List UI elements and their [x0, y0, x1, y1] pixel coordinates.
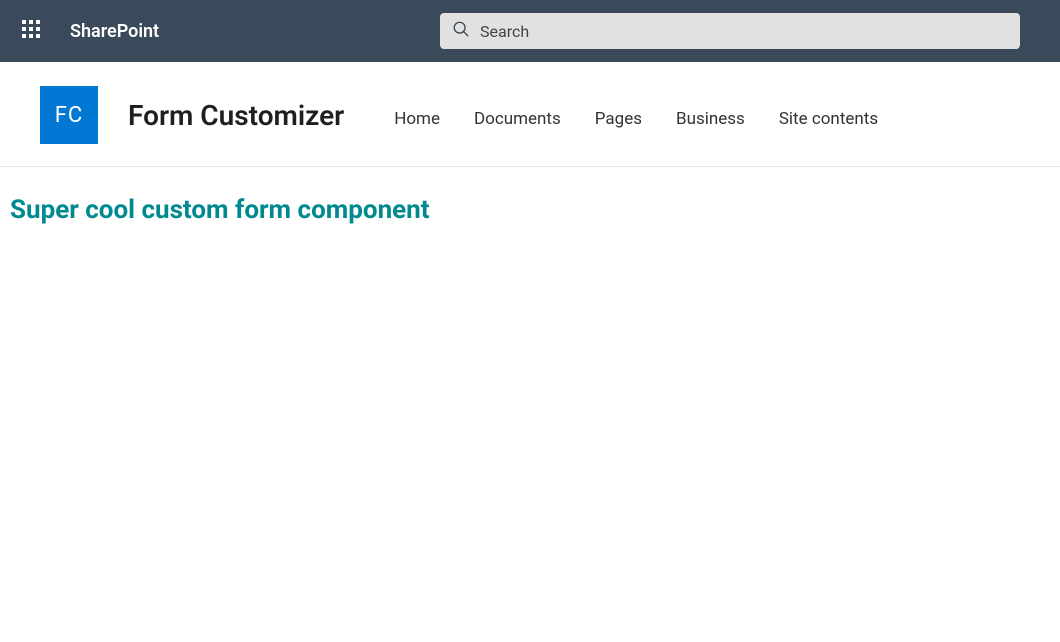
- nav-item-home[interactable]: Home: [394, 101, 440, 129]
- main-content: Super cool custom form component: [0, 167, 1060, 253]
- nav-item-site-contents[interactable]: Site contents: [779, 101, 878, 129]
- app-name-link[interactable]: SharePoint: [62, 21, 159, 42]
- component-heading: Super cool custom form component: [10, 195, 1050, 225]
- site-title[interactable]: Form Customizer: [128, 99, 344, 132]
- site-header: FC Form Customizer Home Documents Pages …: [0, 62, 1060, 167]
- app-launcher-button[interactable]: [0, 0, 62, 62]
- suite-bar: SharePoint: [0, 0, 1060, 62]
- nav-item-pages[interactable]: Pages: [595, 101, 642, 129]
- search-container: [180, 13, 1020, 49]
- nav-item-business[interactable]: Business: [676, 101, 745, 129]
- waffle-icon: [22, 20, 40, 42]
- site-logo[interactable]: FC: [40, 86, 98, 144]
- nav-item-documents[interactable]: Documents: [474, 101, 561, 129]
- search-icon: [452, 20, 480, 42]
- search-box[interactable]: [440, 13, 1020, 49]
- search-input[interactable]: [480, 22, 1008, 41]
- site-nav: Home Documents Pages Business Site conte…: [394, 101, 878, 129]
